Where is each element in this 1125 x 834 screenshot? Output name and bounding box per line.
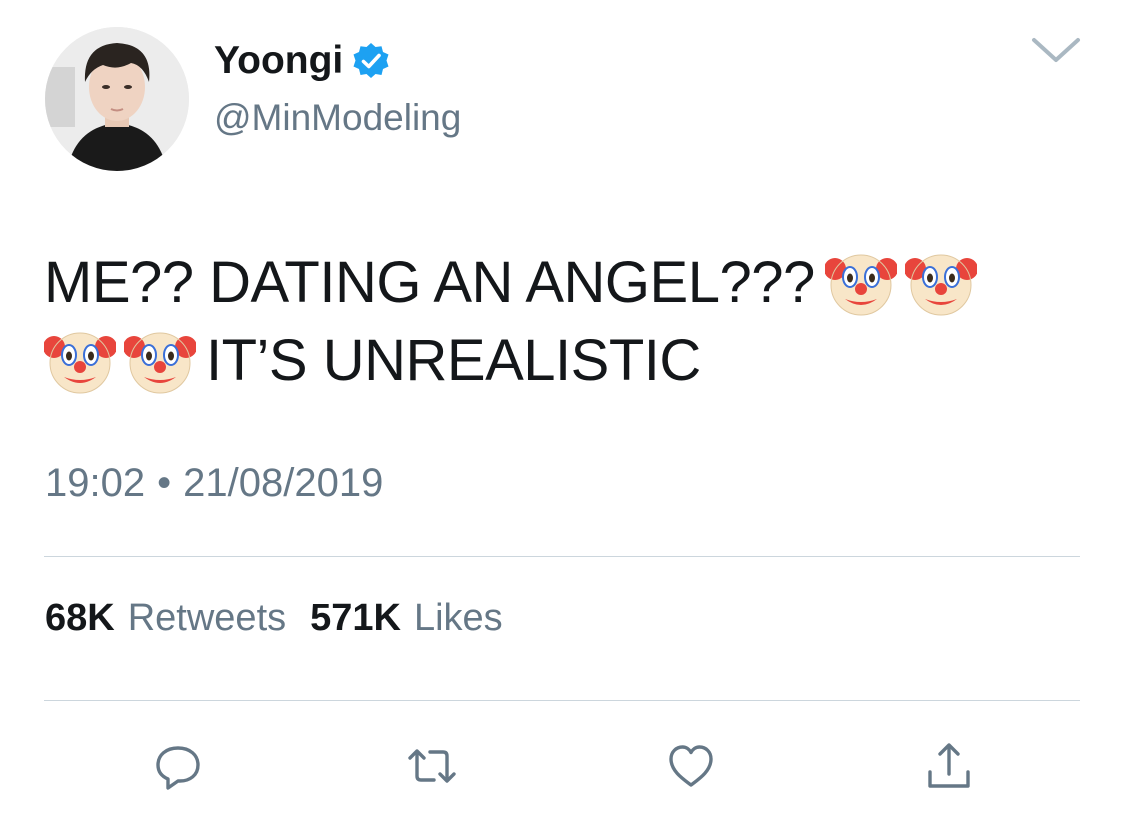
retweet-button[interactable] [404, 738, 460, 794]
tweet-timestamp[interactable]: 19:02 • 21/08/2019 [45, 459, 383, 507]
like-button[interactable] [663, 738, 719, 794]
like-icon [669, 745, 713, 787]
clown-face-emoji-icon [905, 247, 977, 319]
retweets-count[interactable]: 68K [45, 594, 115, 642]
tweet-stats: 68K Retweets 571K Likes [45, 594, 527, 642]
share-icon [928, 743, 970, 788]
tweet-text: ME?? DATING AN ANGEL??? IT’S UNREALISTIC [44, 244, 1084, 400]
clown-face-emoji-icon [44, 325, 116, 397]
author-handle[interactable]: @MinModeling [214, 96, 461, 140]
retweet-icon [408, 749, 456, 783]
verified-badge-icon [353, 43, 389, 78]
likes-label[interactable]: Likes [414, 594, 503, 642]
tweet-text-segment-1: ME?? DATING AN ANGEL??? [44, 250, 815, 315]
reply-icon [156, 746, 200, 790]
likes-count[interactable]: 571K [310, 594, 401, 642]
timestamp-separator: • [157, 461, 172, 505]
author-name-row[interactable]: Yoongi [214, 38, 391, 84]
divider [44, 700, 1080, 701]
retweets-label[interactable]: Retweets [128, 594, 286, 642]
tweet-text-line-1: ME?? DATING AN ANGEL??? [44, 244, 1084, 322]
divider [44, 556, 1080, 557]
avatar[interactable] [45, 27, 189, 171]
tweet-date[interactable]: 21/08/2019 [183, 459, 383, 507]
reply-button[interactable] [150, 738, 206, 794]
more-options-chevron-down-icon[interactable] [1030, 34, 1082, 68]
clown-face-emoji-icon [825, 247, 897, 319]
tweet-time[interactable]: 19:02 [45, 459, 145, 507]
display-name[interactable]: Yoongi [214, 38, 343, 84]
clown-face-emoji-icon [124, 325, 196, 397]
share-button[interactable] [921, 738, 977, 794]
tweet-text-line-2: IT’S UNREALISTIC [44, 322, 1084, 400]
tweet-text-segment-2: IT’S UNREALISTIC [206, 328, 701, 393]
